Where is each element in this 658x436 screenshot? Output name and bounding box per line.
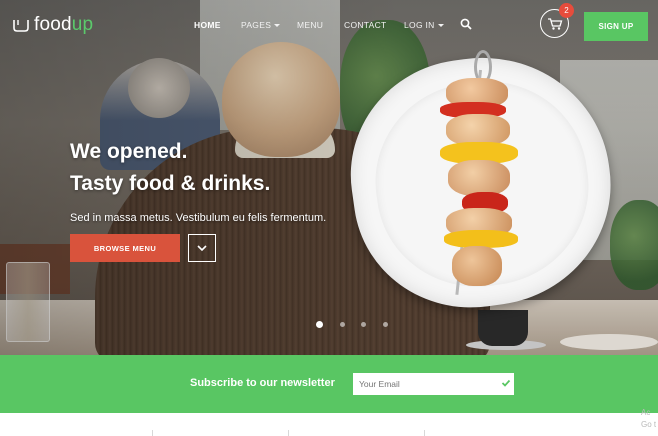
slider-dot-4[interactable] bbox=[383, 322, 388, 327]
slider-dot-2[interactable] bbox=[340, 322, 345, 327]
nav-login[interactable]: LOG IN bbox=[404, 20, 444, 30]
newsletter-label: Subscribe to our newsletter bbox=[190, 377, 335, 389]
caret-down-icon bbox=[274, 23, 281, 27]
slider-dot-1[interactable] bbox=[316, 321, 323, 328]
nav-contact[interactable]: CONTACT bbox=[344, 20, 387, 30]
chicken-piece bbox=[448, 160, 510, 196]
chicken-piece bbox=[452, 246, 502, 286]
chevron-down-icon bbox=[197, 244, 207, 251]
caret-down-icon bbox=[437, 23, 444, 27]
slider-dot-3[interactable] bbox=[361, 322, 366, 327]
cart-icon bbox=[547, 17, 562, 30]
partial-corner-text: Ac Go t bbox=[641, 408, 657, 429]
check-icon[interactable] bbox=[501, 378, 511, 388]
logo[interactable]: foodup bbox=[12, 14, 93, 36]
cloche-icon bbox=[13, 20, 29, 32]
column-divider bbox=[424, 430, 425, 436]
nav-menu[interactable]: MENU bbox=[297, 20, 323, 30]
hero-headline-line1: We opened. bbox=[70, 140, 188, 163]
nav-home[interactable]: HOME bbox=[194, 20, 221, 30]
search-icon[interactable] bbox=[460, 18, 472, 30]
hero-headline-line2: Tasty food & drinks. bbox=[70, 172, 271, 195]
next-section bbox=[0, 413, 658, 436]
column-divider bbox=[288, 430, 289, 436]
navbar: foodup HOME PAGES MENU CONTACT LOG IN 2 … bbox=[0, 0, 658, 52]
hero-subtext: Sed in massa metus. Vestibulum eu felis … bbox=[70, 212, 327, 224]
nav-pages[interactable]: PAGES bbox=[241, 20, 281, 30]
newsletter-email-input[interactable] bbox=[353, 373, 514, 395]
browse-menu-button[interactable]: BROWSE MENU bbox=[70, 234, 180, 262]
logo-text: foodup bbox=[34, 14, 94, 35]
scroll-down-button[interactable] bbox=[188, 234, 216, 262]
sign-up-button[interactable]: SIGN UP bbox=[584, 12, 648, 41]
column-divider bbox=[152, 430, 153, 436]
cart-count-badge: 2 bbox=[559, 3, 574, 18]
